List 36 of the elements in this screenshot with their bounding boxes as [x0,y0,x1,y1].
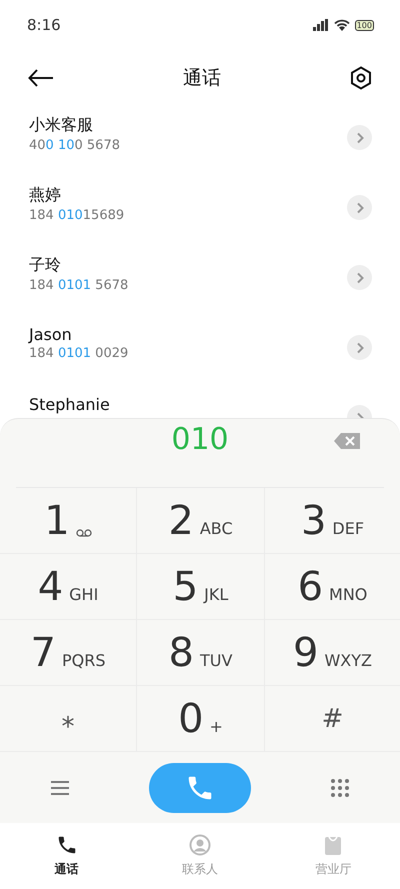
page-title: 通话 [183,66,221,91]
dial-key[interactable]: 3 DEF [265,488,400,554]
keypad-icon[interactable] [330,778,350,798]
backspace-icon[interactable] [334,433,360,449]
contact-name[interactable]: Jason [29,325,128,344]
back-arrow-icon[interactable] [28,69,54,87]
contact-name[interactable]: Stephanie [29,395,110,414]
settings-icon[interactable] [350,66,372,90]
dial-key[interactable]: 1 [0,488,137,554]
signal-icon [312,19,329,31]
contact-name[interactable]: 子玲 [29,255,128,276]
contact-name[interactable]: 小米客服 [29,115,120,136]
dial-key[interactable]: 5 JKL [137,554,265,620]
person-icon [188,834,211,856]
dial-key[interactable]: 9 WXYZ [265,620,400,686]
wifi-icon [334,19,350,31]
dial-key[interactable]: 2 ABC [137,488,265,554]
dial-key[interactable]: 6 MNO [265,554,400,620]
status-time: 8:16 [27,16,61,34]
dial-key[interactable]: 7 PQRS [0,620,137,686]
nav-tab[interactable]: 通话 [0,823,134,889]
dial-key[interactable]: 8 TUV [137,620,265,686]
voicemail-icon [76,528,92,536]
contact-number: 400 100 5678 [29,138,120,153]
dial-key[interactable]: 0+ [137,686,265,752]
battery-level: 100 [354,20,374,30]
contact-number: 184 0101 5678 [29,278,128,293]
contact-number: 184 0101 0029 [29,346,128,361]
menu-icon[interactable] [50,780,70,796]
contact-number: 184 01015689 [29,208,124,223]
dial-key[interactable]: ⁎ [0,686,137,752]
contact-name[interactable]: 燕婷 [29,185,124,206]
dialed-number: 010 [171,422,229,456]
call-button[interactable] [148,763,251,813]
dial-key[interactable]: 4 GHI [0,554,137,620]
dial-key[interactable]: # [265,686,400,752]
